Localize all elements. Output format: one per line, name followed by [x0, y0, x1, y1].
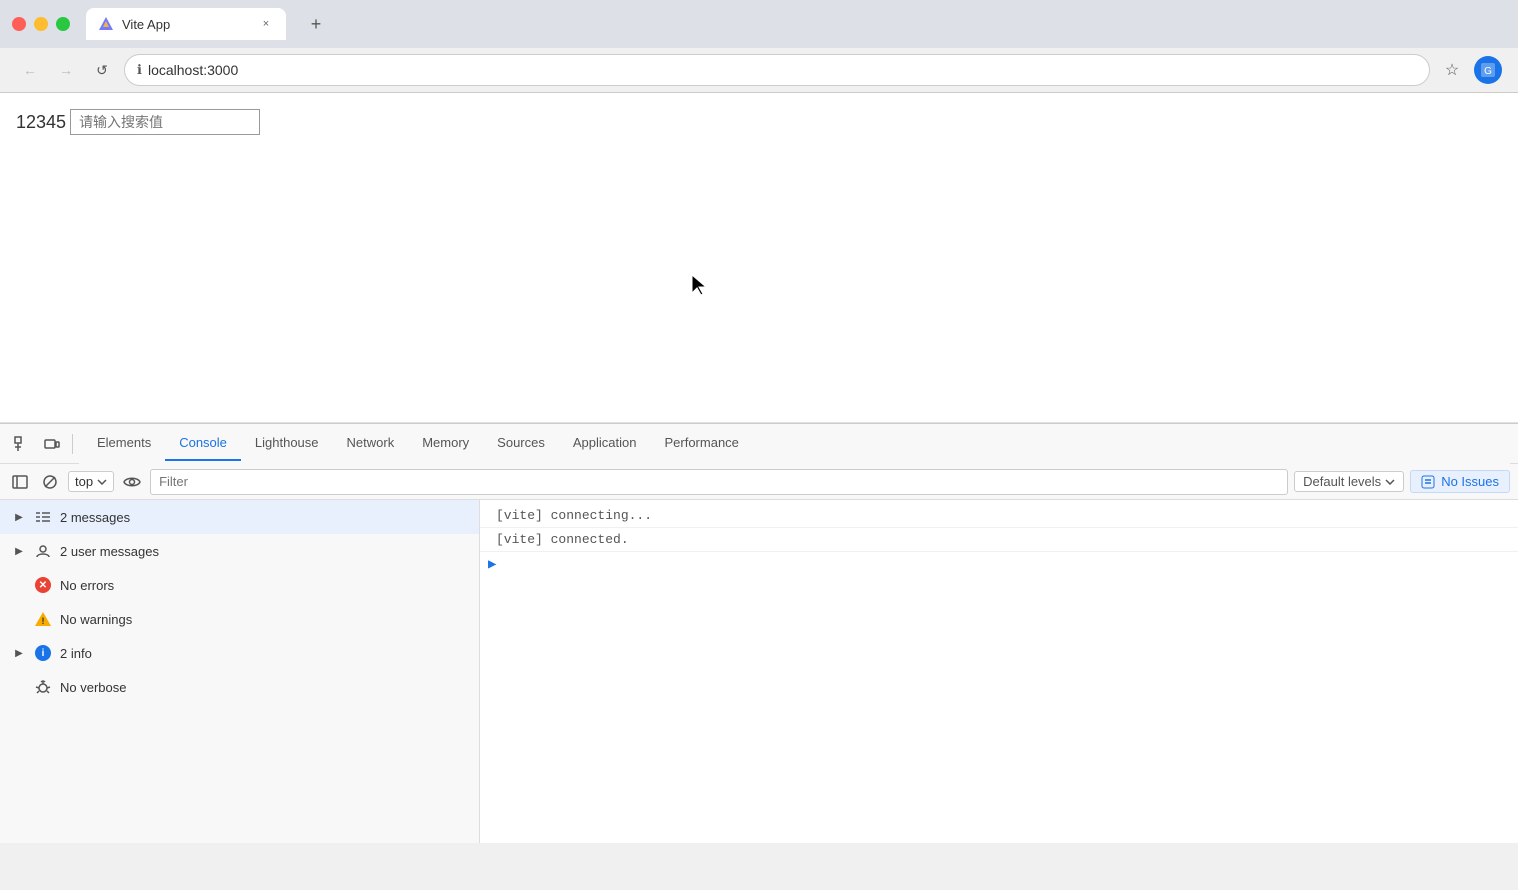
inspect-element-button[interactable]	[8, 430, 36, 458]
console-line-1: [vite] connecting...	[480, 504, 1518, 528]
profile-button[interactable]: G	[1474, 56, 1502, 84]
no-warnings-label: No warnings	[60, 612, 132, 627]
url-info-icon: ℹ	[137, 62, 142, 78]
user-icon	[34, 542, 52, 560]
tab-application[interactable]: Application	[559, 426, 651, 461]
tab-sources[interactable]: Sources	[483, 426, 559, 461]
sidebar-item-user-messages[interactable]: ▶ 2 user messages	[0, 534, 479, 568]
traffic-lights	[12, 17, 70, 31]
devtools-tabs: Elements Console Lighthouse Network Memo…	[79, 424, 1510, 464]
console-line-2: [vite] connected.	[480, 528, 1518, 552]
tab-performance[interactable]: Performance	[650, 426, 752, 461]
console-body: ▶ 2 messages ▶	[0, 500, 1518, 843]
tab-close-button[interactable]: ×	[258, 16, 274, 32]
devtools-panel: Elements Console Lighthouse Network Memo…	[0, 423, 1518, 843]
messages-label: 2 messages	[60, 510, 130, 525]
minimize-light[interactable]	[34, 17, 48, 31]
eye-button[interactable]	[120, 470, 144, 494]
url-bar[interactable]: ℹ localhost:3000	[124, 54, 1430, 86]
warning-icon: !	[34, 610, 52, 628]
console-prompt-input[interactable]	[500, 557, 1510, 572]
expand-info-icon[interactable]: ▶	[12, 646, 26, 660]
sidebar-item-no-warnings[interactable]: ▶ ! No warnings	[0, 602, 479, 636]
no-errors-label: No errors	[60, 578, 114, 593]
info-icon: i	[34, 644, 52, 662]
toolbar-separator	[72, 434, 73, 454]
svg-text:G: G	[1484, 66, 1492, 77]
page-content: 12345	[0, 93, 1518, 423]
page-number: 12345	[16, 112, 66, 133]
search-input[interactable]	[70, 109, 260, 135]
console-second-toolbar: top Default levels No Issu	[0, 464, 1518, 500]
cursor-arrow	[690, 273, 710, 302]
error-icon: ✕	[34, 576, 52, 594]
devtools-toolbar: Elements Console Lighthouse Network Memo…	[0, 424, 1518, 464]
tab-lighthouse[interactable]: Lighthouse	[241, 426, 333, 461]
no-issues-button[interactable]: No Issues	[1410, 470, 1510, 493]
browser-tab[interactable]: Vite App ×	[86, 8, 286, 40]
console-sidebar-toggle[interactable]	[8, 470, 32, 494]
reload-button[interactable]: ↺	[88, 56, 116, 84]
context-selector[interactable]: top	[68, 471, 114, 492]
expand-messages-icon[interactable]: ▶	[12, 510, 26, 524]
browser-window: Vite App × + ← → ↺ ℹ localhost:3000 ☆ G …	[0, 0, 1518, 843]
tab-memory[interactable]: Memory	[408, 426, 483, 461]
default-levels-selector[interactable]: Default levels	[1294, 471, 1404, 492]
tab-network[interactable]: Network	[333, 426, 409, 461]
address-bar: ← → ↺ ℹ localhost:3000 ☆ G	[0, 48, 1518, 93]
info-label: 2 info	[60, 646, 92, 661]
forward-button[interactable]: →	[52, 56, 80, 84]
tab-title: Vite App	[122, 17, 250, 32]
new-tab-button[interactable]: +	[302, 10, 330, 38]
expand-user-messages-icon[interactable]: ▶	[12, 544, 26, 558]
tab-favicon	[98, 16, 114, 32]
sidebar-item-no-verbose[interactable]: ▶ No verbose	[0, 670, 479, 704]
tab-elements[interactable]: Elements	[83, 426, 165, 461]
console-sidebar: ▶ 2 messages ▶	[0, 500, 480, 843]
prompt-arrow[interactable]: ▶	[488, 556, 496, 573]
device-toggle-button[interactable]	[38, 430, 66, 458]
clear-console-button[interactable]	[38, 470, 62, 494]
back-button[interactable]: ←	[16, 56, 44, 84]
tab-console[interactable]: Console	[165, 426, 241, 461]
url-text: localhost:3000	[148, 62, 1417, 78]
list-icon	[34, 508, 52, 526]
user-messages-label: 2 user messages	[60, 544, 159, 559]
console-output: [vite] connecting... [vite] connected. ▶	[480, 500, 1518, 843]
console-prompt[interactable]: ▶	[480, 552, 1518, 577]
maximize-light[interactable]	[56, 17, 70, 31]
sidebar-item-messages[interactable]: ▶ 2 messages	[0, 500, 479, 534]
sidebar-item-no-errors[interactable]: ▶ ✕ No errors	[0, 568, 479, 602]
svg-text:!: !	[42, 616, 45, 626]
close-light[interactable]	[12, 17, 26, 31]
console-filter-input[interactable]	[150, 469, 1288, 495]
title-bar: Vite App × +	[0, 0, 1518, 48]
bookmark-button[interactable]: ☆	[1438, 56, 1466, 84]
bug-icon	[34, 678, 52, 696]
sidebar-item-info[interactable]: ▶ i 2 info	[0, 636, 479, 670]
no-verbose-label: No verbose	[60, 680, 126, 695]
